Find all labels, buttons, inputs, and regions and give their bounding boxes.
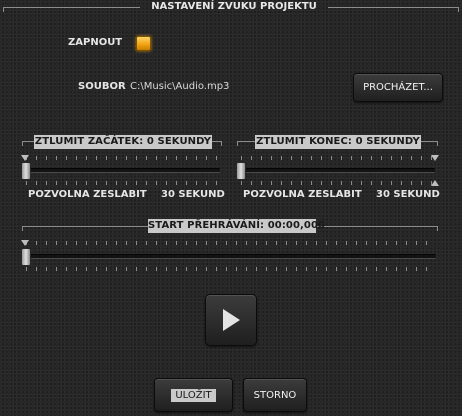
fade-in-min-marker-icon bbox=[21, 155, 29, 161]
start-slider-track[interactable] bbox=[24, 254, 436, 259]
fade-in-frame-right-tick bbox=[221, 141, 222, 146]
file-path: C:\Music\Audio.mp3 bbox=[130, 81, 230, 92]
start-title: START PŘEHRÁVÁNÍ: 00:00,000 bbox=[148, 219, 326, 233]
browse-button-label: PROCHÁZET... bbox=[363, 82, 433, 93]
fade-out-right-label: 30 SEKUND bbox=[376, 189, 440, 200]
fade-out-title: ZTLUMIT KONEC: 0 SEKUNDY bbox=[255, 135, 421, 149]
fade-out-slider-track[interactable] bbox=[239, 168, 435, 173]
frame-top-left bbox=[3, 7, 140, 8]
file-label: SOUBOR bbox=[78, 81, 126, 92]
fade-in-right-label: 30 SEKUND bbox=[161, 189, 225, 200]
cancel-button-label: STORNO bbox=[253, 389, 297, 401]
fade-out-frame-right bbox=[421, 141, 438, 142]
start-slider-thumb[interactable] bbox=[21, 248, 31, 266]
save-button[interactable]: ULOŽIT bbox=[154, 378, 233, 412]
fade-out-frame-left-tick bbox=[237, 141, 238, 146]
fade-out-left-label: POZVOLNA ZESLABIT bbox=[243, 189, 362, 200]
fade-out-ticks-top bbox=[241, 156, 433, 160]
enable-label: ZAPNOUT bbox=[68, 37, 123, 48]
start-frame-right-tick bbox=[437, 226, 438, 231]
cancel-button[interactable]: STORNO bbox=[243, 378, 307, 412]
start-frame-right bbox=[316, 226, 438, 227]
fade-out-frame-right-tick bbox=[437, 141, 438, 146]
fade-in-ticks-bottom bbox=[26, 181, 220, 185]
play-button[interactable] bbox=[205, 294, 257, 346]
fade-in-left-label: POZVOLNA ZESLABIT bbox=[28, 189, 147, 200]
fade-in-slider-track[interactable] bbox=[24, 168, 220, 173]
start-ticks-top bbox=[26, 241, 434, 245]
fade-out-slider-thumb[interactable] bbox=[236, 162, 246, 180]
fade-in-slider-thumb[interactable] bbox=[21, 162, 31, 180]
fade-in-ticks-top bbox=[26, 156, 220, 160]
save-button-label: ULOŽIT bbox=[171, 388, 216, 402]
fade-in-title: ZTLUMIT ZAČÁTEK: 0 SEKUNDY bbox=[34, 135, 212, 149]
start-ticks-bottom bbox=[26, 267, 434, 271]
play-icon bbox=[223, 309, 240, 331]
start-frame-left-tick bbox=[22, 226, 23, 231]
frame-top-right bbox=[328, 7, 459, 8]
fade-in-frame-left bbox=[22, 141, 34, 142]
fade-out-max-marker-icon bbox=[431, 155, 439, 161]
dialog-title: NASTAVENÍ ZVUKU PROJEKTU bbox=[151, 1, 317, 12]
browse-button[interactable]: PROCHÁZET... bbox=[353, 73, 443, 102]
start-marker-icon bbox=[21, 240, 29, 246]
fade-out-frame-left bbox=[237, 141, 255, 142]
frame-top-right-tick bbox=[458, 7, 459, 12]
frame-top-left-tick bbox=[3, 7, 4, 12]
start-frame-left bbox=[22, 226, 148, 227]
fade-out-end-marker-icon bbox=[431, 180, 439, 186]
fade-out-ticks-bottom bbox=[241, 181, 433, 185]
enable-checkbox[interactable] bbox=[136, 36, 151, 51]
fade-in-frame-left-tick bbox=[22, 141, 23, 146]
